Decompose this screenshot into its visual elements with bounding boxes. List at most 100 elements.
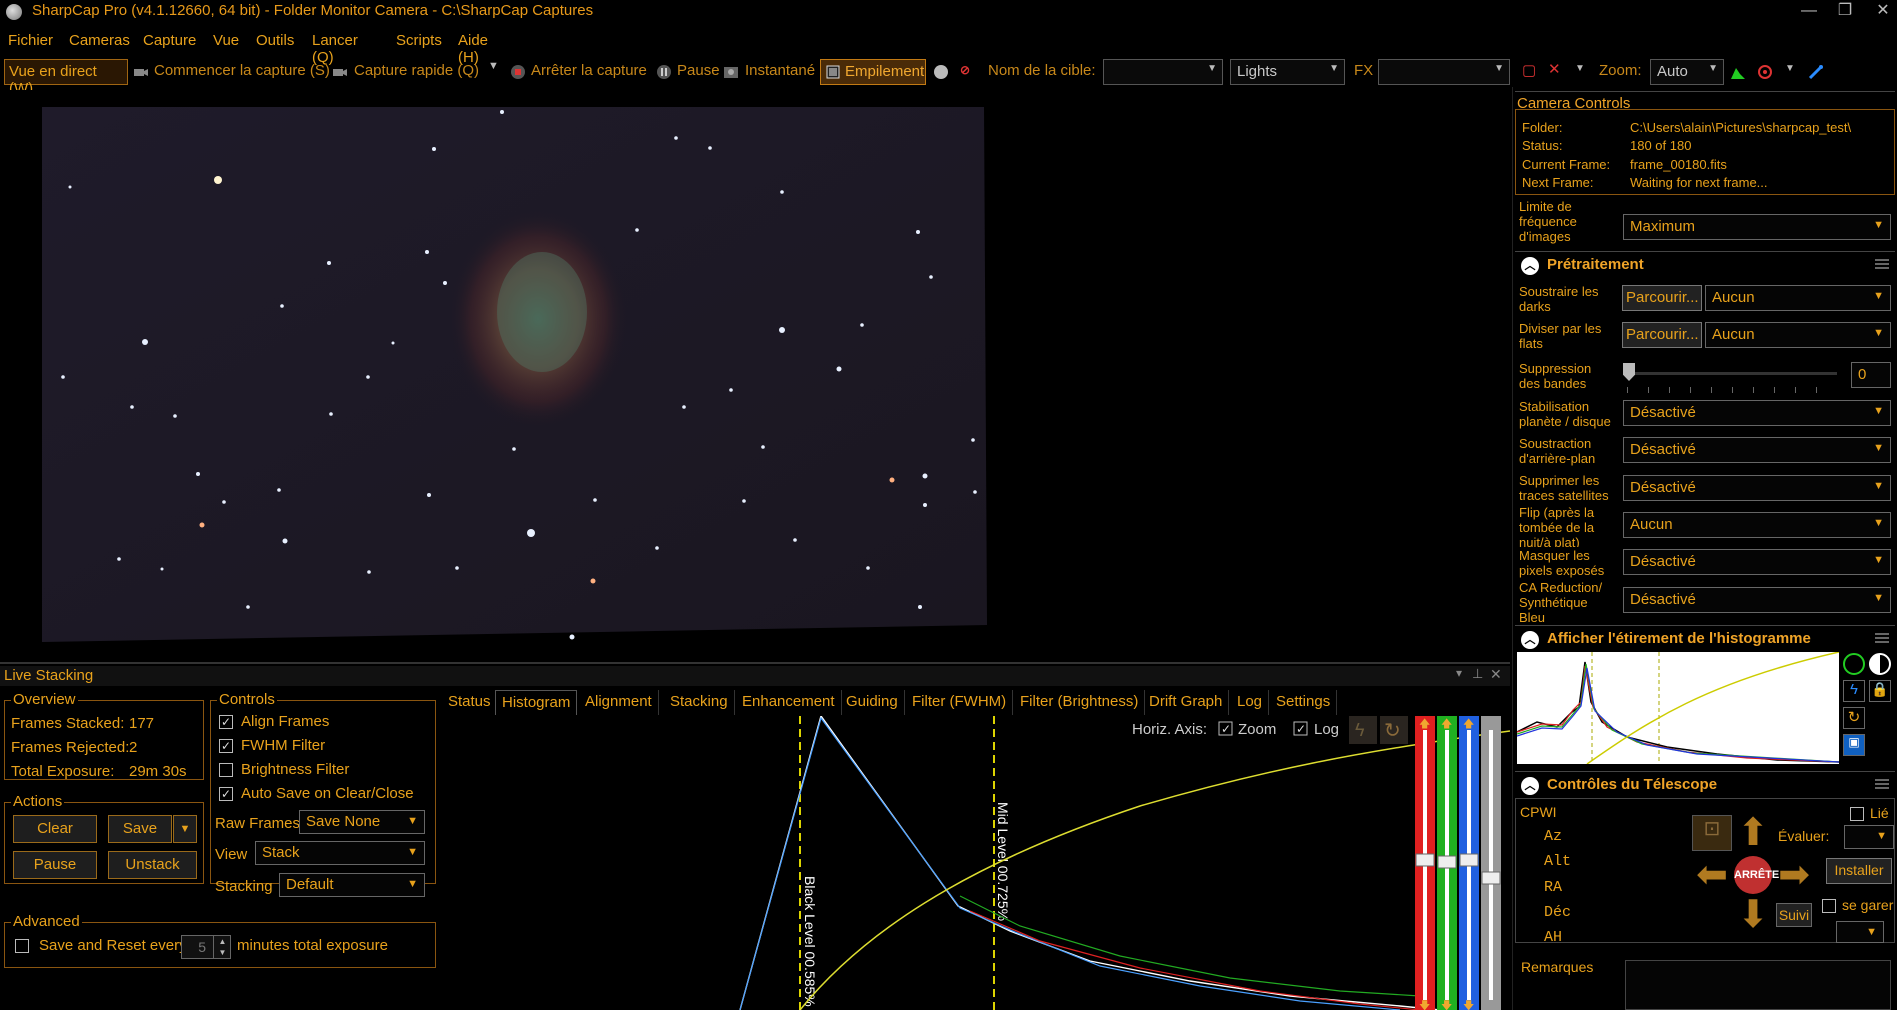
darks-browse-button[interactable]: Parcourir...: [1622, 285, 1702, 311]
menu-fichier[interactable]: Fichier: [8, 32, 53, 49]
save-reset-checkbox[interactable]: [15, 939, 29, 953]
stop-mount-button[interactable]: ARRÊTE: [1734, 856, 1779, 894]
menu-scripts[interactable]: Scripts: [396, 32, 442, 49]
crosshair-icon[interactable]: ✕: [1548, 60, 1561, 78]
brightness-filter-checkbox[interactable]: [219, 763, 233, 777]
quick-capture-button[interactable]: Capture rapide (Q): [354, 62, 479, 79]
image-viewer[interactable]: [0, 90, 1510, 655]
lightning-icon[interactable]: ϟ: [1843, 680, 1865, 702]
zoom-combo[interactable]: Auto ▼: [1650, 59, 1724, 85]
contrast-icon[interactable]: [1869, 653, 1891, 675]
frame-type-combo[interactable]: Lights ▼: [1230, 59, 1345, 85]
menu-vue[interactable]: Vue: [213, 32, 239, 49]
east-arrow-icon[interactable]: ➡: [1774, 855, 1814, 895]
tab-log[interactable]: Log: [1231, 690, 1270, 715]
tab-status[interactable]: Status: [442, 690, 498, 715]
tab-drift-graph[interactable]: Drift Graph: [1143, 690, 1230, 715]
crop-icon[interactable]: ▢: [1522, 61, 1536, 79]
tab-filter-brightness[interactable]: Filter (Brightness): [1014, 690, 1146, 715]
banding-value-input[interactable]: 0: [1851, 362, 1891, 388]
start-capture-button[interactable]: Commencer la capture (S): [154, 62, 330, 79]
crosshair-dropdown-icon[interactable]: ▼: [1575, 63, 1585, 74]
dock-dropdown-icon[interactable]: ▾: [1456, 666, 1462, 680]
save-dropdown-icon[interactable]: ▼: [173, 815, 197, 843]
menu-icon[interactable]: [1875, 259, 1889, 269]
collapse-icon[interactable]: ︿: [1521, 777, 1539, 795]
save-icon[interactable]: ▣: [1843, 734, 1865, 756]
red-slider-thumb[interactable]: [1415, 853, 1435, 867]
menu-cameras[interactable]: Cameras: [69, 32, 130, 49]
flats-browse-button[interactable]: Parcourir...: [1622, 322, 1702, 348]
track-button[interactable]: Suivi: [1776, 903, 1812, 927]
tab-filter-fwhm[interactable]: Filter (FWHM): [906, 690, 1014, 715]
stabilisation-select[interactable]: Désactivé ▼: [1623, 400, 1891, 426]
menu-icon[interactable]: [1875, 633, 1889, 643]
snapshot-button[interactable]: Instantané: [745, 62, 815, 79]
park-select[interactable]: ▼: [1836, 921, 1884, 943]
spiral-search-icon[interactable]: ⊡: [1692, 815, 1732, 851]
unstack-button[interactable]: Unstack: [108, 851, 197, 879]
histogram-stretch-header[interactable]: ︿ Afficher l'étirement de l'histogramme: [1515, 625, 1895, 651]
menu-icon[interactable]: [1875, 779, 1889, 789]
close-icon[interactable]: ✕: [1860, 0, 1897, 24]
flats-select[interactable]: Aucun ▼: [1705, 322, 1891, 348]
background-select[interactable]: Désactivé ▼: [1623, 437, 1891, 463]
frame-rate-select[interactable]: Maximum ▼: [1623, 214, 1891, 240]
ca-select[interactable]: Désactivé ▼: [1623, 587, 1891, 613]
menu-capture[interactable]: Capture: [143, 32, 196, 49]
fx-combo[interactable]: ▼: [1378, 59, 1510, 85]
spinner-arrows-icon[interactable]: ▲ ▼: [213, 936, 231, 958]
raw-frames-select[interactable]: Save None ▼: [299, 810, 425, 834]
target-name-combo[interactable]: ▼: [1103, 59, 1223, 85]
darks-select[interactable]: Aucun ▼: [1705, 285, 1891, 311]
flip-select[interactable]: Aucun ▼: [1623, 512, 1891, 538]
wand-icon[interactable]: [1808, 64, 1824, 80]
park-checkbox[interactable]: [1822, 899, 1836, 913]
view-select[interactable]: Stack ▼: [255, 841, 425, 865]
pause-button[interactable]: Pause: [677, 62, 720, 79]
south-arrow-icon[interactable]: ⬇: [1734, 895, 1772, 935]
fwhm-filter-checkbox[interactable]: ✓: [219, 739, 233, 753]
clear-button[interactable]: Clear: [13, 815, 97, 843]
telescope-header[interactable]: ︿ Contrôles du Télescope: [1515, 771, 1895, 797]
camera-controls-header[interactable]: Camera Controls: [1515, 91, 1895, 112]
banding-slider[interactable]: [1627, 372, 1837, 375]
menu-outils[interactable]: Outils: [256, 32, 294, 49]
tab-alignment[interactable]: Alignment: [579, 690, 659, 715]
pretraitement-header[interactable]: ︿ Prétraitement: [1515, 251, 1895, 277]
auto-save-checkbox[interactable]: ✓: [219, 787, 233, 801]
green-slider-thumb[interactable]: [1437, 855, 1457, 869]
west-arrow-icon[interactable]: ⬅: [1692, 855, 1732, 895]
reticle-icon[interactable]: [1757, 64, 1773, 80]
tab-histogram[interactable]: Histogram: [495, 690, 578, 715]
live-histogram-chart[interactable]: Black Level 00.585% Mid Level 00.725% Ho…: [440, 716, 1510, 1010]
tab-stacking[interactable]: Stacking: [664, 690, 735, 715]
tab-guiding[interactable]: Guiding: [840, 690, 905, 715]
lock-icon[interactable]: 🔒: [1869, 680, 1891, 702]
align-frames-checkbox[interactable]: ✓: [219, 715, 233, 729]
power-icon[interactable]: [1843, 653, 1865, 675]
north-arrow-icon[interactable]: ⬆: [1734, 813, 1772, 853]
collapse-icon[interactable]: ︿: [1521, 631, 1539, 649]
banding-slider-thumb[interactable]: [1623, 363, 1635, 381]
save-button[interactable]: Save: [108, 815, 172, 843]
evaluate-select[interactable]: ▼: [1844, 825, 1894, 849]
pin-icon[interactable]: ⊥: [1472, 666, 1483, 682]
record-icon[interactable]: ⊘: [960, 63, 970, 77]
reset-icon[interactable]: ↻: [1843, 707, 1865, 729]
stacking-button[interactable]: Empilement: [820, 59, 926, 85]
live-view-button[interactable]: Vue en direct (W): [4, 59, 128, 97]
tab-settings[interactable]: Settings: [1270, 690, 1338, 715]
stacking-mode-select[interactable]: Default ▼: [279, 873, 425, 897]
stop-capture-button[interactable]: Arrêter la capture: [531, 62, 647, 79]
quick-capture-dropdown-icon[interactable]: ▼: [488, 60, 499, 72]
close-panel-icon[interactable]: ✕: [1490, 666, 1502, 683]
tab-enhancement[interactable]: Enhancement: [736, 690, 842, 715]
lum-slider-thumb[interactable]: [1481, 871, 1501, 885]
notes-textarea[interactable]: [1625, 960, 1891, 1010]
blue-slider-thumb[interactable]: [1459, 853, 1479, 867]
linked-checkbox[interactable]: [1850, 807, 1864, 821]
satellite-select[interactable]: Désactivé ▼: [1623, 475, 1891, 501]
pause-stack-button[interactable]: Pause: [13, 851, 97, 879]
reticle-dropdown-icon[interactable]: ▼: [1785, 63, 1795, 74]
